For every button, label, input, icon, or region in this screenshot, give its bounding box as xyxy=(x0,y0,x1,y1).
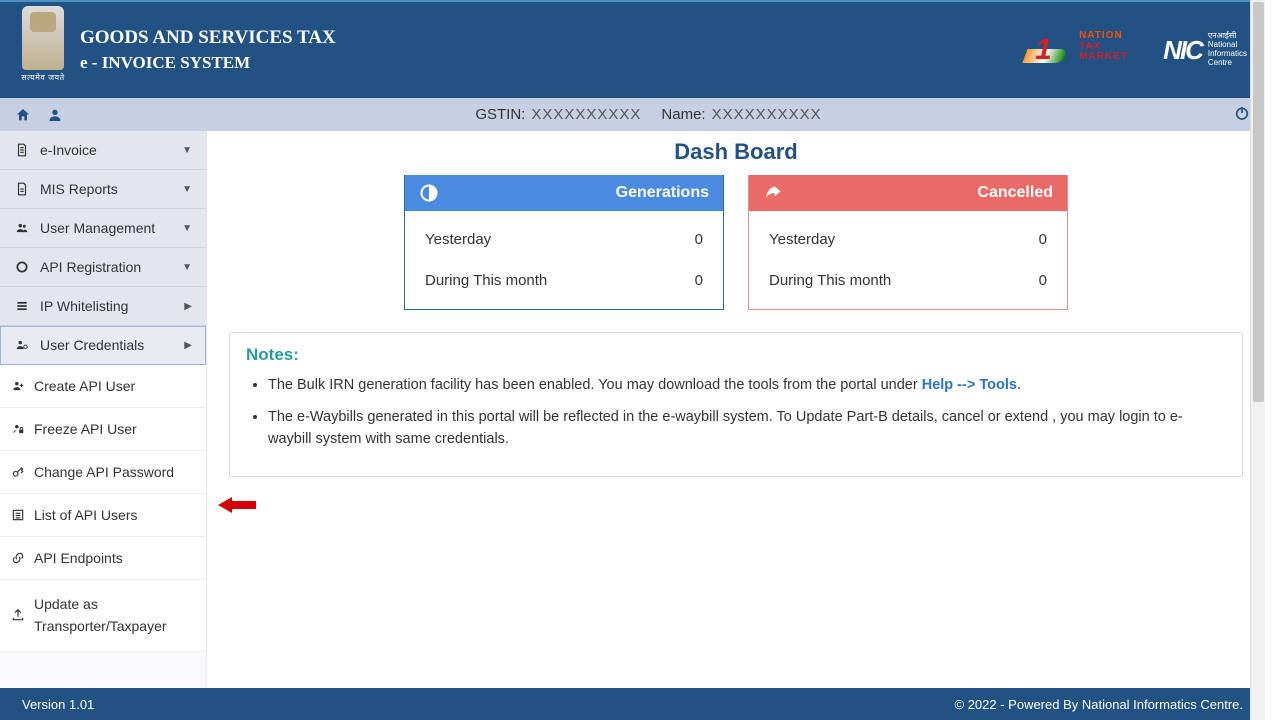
subitem-update-as-transporter[interactable]: Update as Transporter/Taxpayer xyxy=(0,580,206,652)
app-title: GOODS AND SERVICES TAX e - INVOICE SYSTE… xyxy=(80,25,336,75)
chevron-down-icon: ▼ xyxy=(182,184,192,195)
sidebar-item-user-credentials[interactable]: User Credentials ▶ xyxy=(0,326,206,365)
user-plus-icon xyxy=(10,378,26,394)
link-icon xyxy=(10,550,26,566)
help-tools-link[interactable]: Help --> Tools xyxy=(922,377,1017,393)
app-header: सत्यमेव जयते GOODS AND SERVICES TAX e - … xyxy=(0,0,1265,98)
sidebar-item-ip-whitelisting[interactable]: IP Whitelisting ▶ xyxy=(0,287,206,326)
home-icon[interactable] xyxy=(14,106,32,124)
row-value: 0 xyxy=(695,231,703,248)
card-row: During This month 0 xyxy=(405,260,723,301)
name-label: Name: xyxy=(661,106,705,123)
main-content: Dash Board Generations Yesterday 0 xyxy=(207,131,1265,688)
users-icon xyxy=(14,220,30,236)
sidebar-submenu: Create API User Freeze API User Change A… xyxy=(0,365,206,652)
one-nation-tax-market-logo: 1 NATION TAX MARKET xyxy=(1035,31,1145,69)
chevron-down-icon: ▼ xyxy=(182,262,192,273)
vertical-scrollbar[interactable] xyxy=(1250,0,1265,720)
scrollbar-thumb[interactable] xyxy=(1253,2,1264,402)
sidebar-item-label: User Management xyxy=(40,220,155,236)
note-item: The e-Waybills generated in this portal … xyxy=(268,407,1226,451)
subitem-list-of-api-users[interactable]: List of API Users xyxy=(0,494,206,537)
sidebar-item-user-management[interactable]: User Management ▼ xyxy=(0,209,206,248)
generations-card: Generations Yesterday 0 During This mont… xyxy=(404,175,724,310)
subitem-label: Change API Password xyxy=(34,464,174,480)
row-value: 0 xyxy=(695,272,703,289)
nic-logo: NIC एनआईसी National Informatics Centre xyxy=(1163,32,1247,67)
app-title-line1: GOODS AND SERVICES TAX xyxy=(80,25,336,52)
list-icon xyxy=(14,298,30,314)
ring-icon xyxy=(14,259,30,275)
upload-icon xyxy=(10,607,26,623)
page-title: Dash Board xyxy=(229,139,1243,165)
subitem-freeze-api-user[interactable]: Freeze API User xyxy=(0,408,206,451)
notes-panel: Notes: The Bulk IRN generation facility … xyxy=(229,332,1243,477)
sidebar-item-api-registration[interactable]: API Registration ▼ xyxy=(0,248,206,287)
gstin-value: XXXXXXXXXX xyxy=(531,106,641,123)
chevron-right-icon: ▶ xyxy=(184,301,192,312)
contrast-icon xyxy=(419,183,439,203)
sidebar-item-label: e-Invoice xyxy=(40,142,97,158)
row-label: Yesterday xyxy=(769,231,835,248)
power-icon[interactable] xyxy=(1233,104,1251,122)
emblem-motto: सत्यमेव जयते xyxy=(21,72,64,83)
row-label: During This month xyxy=(769,272,891,289)
cancelled-card: Cancelled Yesterday 0 During This month … xyxy=(748,175,1068,310)
annotation-arrow-icon xyxy=(218,497,256,513)
row-label: Yesterday xyxy=(425,231,491,248)
file-icon xyxy=(14,181,30,197)
info-bar: GSTIN: XXXXXXXXXX Name: XXXXXXXXXX xyxy=(0,98,1265,131)
sidebar-item-mis-reports[interactable]: MIS Reports ▼ xyxy=(0,170,206,209)
subitem-label: Create API User xyxy=(34,378,135,394)
subitem-create-api-user[interactable]: Create API User xyxy=(0,365,206,408)
app-title-line2: e - INVOICE SYSTEM xyxy=(80,51,336,75)
sidebar-item-e-invoice[interactable]: e-Invoice ▼ xyxy=(0,131,206,170)
footer: Version 1.01 © 2022 - Powered By Nationa… xyxy=(0,688,1265,720)
card-row: Yesterday 0 xyxy=(749,219,1067,260)
user-lock-icon xyxy=(10,421,26,437)
copyright-text: © 2022 - Powered By National Informatics… xyxy=(955,697,1244,712)
subitem-change-api-password[interactable]: Change API Password xyxy=(0,451,206,494)
subitem-label: Freeze API User xyxy=(34,421,137,437)
sidebar-item-label: User Credentials xyxy=(40,337,144,353)
chevron-right-icon: ▶ xyxy=(184,340,192,351)
emblem-block: सत्यमेव जयते GOODS AND SERVICES TAX e - … xyxy=(18,6,336,94)
notes-title: Notes: xyxy=(246,345,1226,365)
row-label: During This month xyxy=(425,272,547,289)
card-title: Generations xyxy=(616,184,709,202)
sidebar-item-label: MIS Reports xyxy=(40,181,118,197)
national-emblem-icon: सत्यमेव जयते xyxy=(18,6,68,94)
user-cog-icon xyxy=(14,337,30,353)
sidebar-item-label: IP Whitelisting xyxy=(40,298,128,314)
share-arrow-icon xyxy=(763,183,783,203)
list-box-icon xyxy=(10,507,26,523)
gstin-label: GSTIN: xyxy=(475,106,525,123)
card-row: Yesterday 0 xyxy=(405,219,723,260)
card-title: Cancelled xyxy=(977,184,1053,202)
sidebar-item-label: API Registration xyxy=(40,259,141,275)
sidebar: e-Invoice ▼ MIS Reports ▼ User Managemen… xyxy=(0,131,207,688)
chevron-down-icon: ▼ xyxy=(182,145,192,156)
subitem-label: List of API Users xyxy=(34,507,137,523)
card-row: During This month 0 xyxy=(749,260,1067,301)
header-right: 1 NATION TAX MARKET NIC एनआईसी National … xyxy=(1035,31,1247,69)
row-value: 0 xyxy=(1039,272,1047,289)
note-item: The Bulk IRN generation facility has bee… xyxy=(268,375,1226,397)
key-icon xyxy=(10,464,26,480)
chevron-down-icon: ▼ xyxy=(182,223,192,234)
subitem-label: API Endpoints xyxy=(34,550,123,566)
file-icon xyxy=(14,142,30,158)
subitem-api-endpoints[interactable]: API Endpoints xyxy=(0,537,206,580)
user-icon[interactable] xyxy=(46,106,64,124)
row-value: 0 xyxy=(1039,231,1047,248)
version-text: Version 1.01 xyxy=(22,697,94,712)
subitem-label: Update as Transporter/Taxpayer xyxy=(34,593,196,638)
name-value: XXXXXXXXXX xyxy=(712,106,822,123)
